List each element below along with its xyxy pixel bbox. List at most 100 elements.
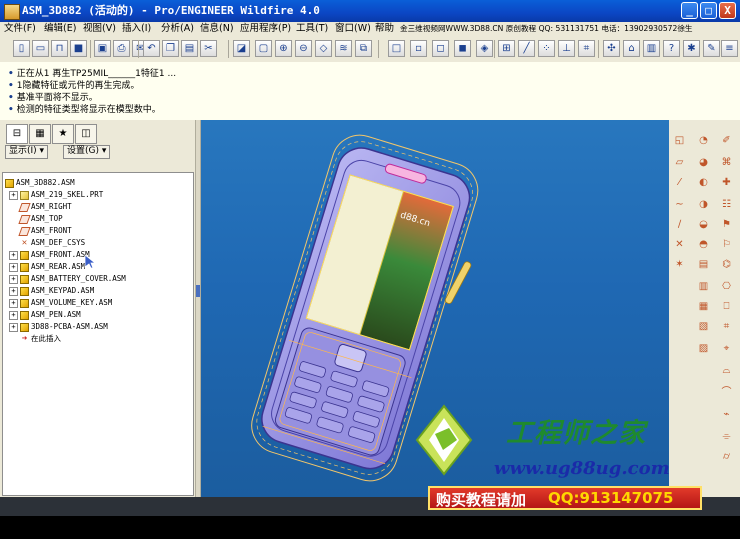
layers-icon[interactable]: ⧉ bbox=[355, 40, 372, 57]
settings-icon[interactable]: ✎ bbox=[703, 40, 720, 57]
annotations-icon[interactable]: ⌗ bbox=[578, 40, 595, 57]
expand-icon[interactable]: + bbox=[9, 286, 18, 296]
analysis-tool-icon[interactable]: ✶ bbox=[672, 258, 687, 273]
blend-tool-icon[interactable]: ▧ bbox=[696, 320, 711, 335]
revolve-tool-icon[interactable]: ▥ bbox=[696, 280, 711, 295]
expand-icon[interactable]: + bbox=[9, 274, 18, 284]
spin-center-icon[interactable]: ✣ bbox=[603, 40, 620, 57]
tree-item[interactable]: ASM_3D882.ASM bbox=[5, 177, 75, 189]
settings-dropdown[interactable]: 设置(G) ▾ bbox=[63, 145, 111, 159]
zoom-out-icon[interactable]: ⊖ bbox=[295, 40, 312, 57]
hidden-line-icon[interactable]: ▫ bbox=[410, 40, 427, 57]
cut-icon[interactable]: ✂ bbox=[200, 40, 217, 57]
chamfer-tool-icon[interactable]: ◓ bbox=[696, 238, 711, 253]
tree-item[interactable]: + ASM_PEN.ASM bbox=[9, 309, 81, 321]
rib-tool-icon[interactable]: ◐ bbox=[696, 176, 711, 191]
repaint-icon[interactable]: ◪ bbox=[233, 40, 250, 57]
orient-mode-icon[interactable]: ⌂ bbox=[623, 40, 640, 57]
tree-item[interactable]: + ASM_219_SKEL.PRT bbox=[9, 189, 103, 201]
datum-point-tool-icon[interactable]: ∕ bbox=[672, 218, 687, 233]
paste-icon[interactable]: ▤ bbox=[181, 40, 198, 57]
extend-tool-icon[interactable]: ⌁ bbox=[719, 408, 734, 423]
sweep-tool-icon[interactable]: ▦ bbox=[696, 300, 711, 315]
hole-tool-icon[interactable]: ◔ bbox=[696, 134, 711, 149]
tree-item[interactable]: ASM_RIGHT bbox=[18, 201, 72, 213]
no-hidden-icon[interactable]: ◻ bbox=[432, 40, 449, 57]
component-tool-icon[interactable]: ✐ bbox=[719, 134, 734, 149]
expand-icon[interactable]: + bbox=[9, 250, 18, 260]
tree-item[interactable]: ASM_TOP bbox=[18, 213, 63, 225]
trim-tool-icon[interactable]: ⚐ bbox=[719, 238, 734, 253]
mirror-tool-icon[interactable]: ▨ bbox=[696, 342, 711, 357]
maximize-button[interactable]: □ bbox=[700, 2, 717, 19]
solidify-tool-icon[interactable]: ⎕ bbox=[719, 300, 734, 315]
sketch-tool-icon[interactable]: ∼ bbox=[672, 198, 687, 213]
tree-item[interactable]: + ASM_FRONT.ASM bbox=[9, 249, 90, 261]
assemble-tool-icon[interactable]: ⌘ bbox=[719, 156, 734, 171]
enhanced-realism-icon[interactable]: ◈ bbox=[476, 40, 493, 57]
datum-planes-icon[interactable]: ⊞ bbox=[498, 40, 515, 57]
save-icon[interactable]: ■ bbox=[70, 40, 87, 57]
collapse-handle-icon[interactable] bbox=[196, 285, 200, 297]
datum-points-icon[interactable]: ⁘ bbox=[538, 40, 555, 57]
tab-folder-browser[interactable]: ▦ bbox=[29, 124, 51, 144]
menu-file[interactable]: 文件(F) bbox=[4, 22, 36, 36]
expand-icon[interactable]: + bbox=[9, 262, 18, 272]
draft-tool-icon[interactable]: ◑ bbox=[696, 198, 711, 213]
tree-item[interactable]: ASM_FRONT bbox=[18, 225, 72, 237]
tools-icon[interactable]: ✱ bbox=[683, 40, 700, 57]
tab-history[interactable]: ◫ bbox=[75, 124, 97, 144]
tree-item[interactable]: ➜ 在此插入 bbox=[20, 333, 61, 345]
close-button[interactable]: X bbox=[719, 2, 736, 19]
new-file-icon[interactable]: ▯ bbox=[13, 40, 30, 57]
graphics-viewport[interactable]: d88.cn 工程师之家 www.ug88ug.com bbox=[201, 120, 669, 497]
shell-tool-icon[interactable]: ◕ bbox=[696, 156, 711, 171]
project-tool-icon[interactable]: ⌖ bbox=[719, 342, 734, 357]
thicken-tool-icon[interactable]: ⎔ bbox=[719, 280, 734, 295]
tree-item[interactable]: + ASM_REAR.ASM bbox=[9, 261, 85, 273]
wrap-tool-icon[interactable]: ⌓ bbox=[719, 364, 734, 379]
warp-tool-icon[interactable]: ⌒ bbox=[719, 386, 734, 401]
open-folder-icon[interactable]: ⊓ bbox=[51, 40, 68, 57]
zoom-in-icon[interactable]: ⊕ bbox=[275, 40, 292, 57]
menu-applications[interactable]: 应用程序(P) bbox=[240, 22, 291, 36]
refit-icon[interactable]: ▢ bbox=[255, 40, 272, 57]
minimize-button[interactable]: _ bbox=[681, 2, 698, 19]
datum-curve-tool-icon[interactable]: ⁄ bbox=[672, 176, 687, 191]
save-copy-icon[interactable]: ▣ bbox=[94, 40, 111, 57]
expand-icon[interactable]: + bbox=[9, 310, 18, 320]
tree-item[interactable]: + ASM_KEYPAD.ASM bbox=[9, 285, 94, 297]
menu-info[interactable]: 信息(N) bbox=[200, 22, 234, 36]
expand-icon[interactable]: + bbox=[9, 190, 18, 200]
print-icon[interactable]: ⎙ bbox=[113, 40, 130, 57]
offset-tool-icon[interactable]: ⌬ bbox=[719, 258, 734, 273]
datum-plane-tool-icon[interactable]: ◱ bbox=[672, 134, 687, 149]
coordinate-systems-icon[interactable]: ⊥ bbox=[558, 40, 575, 57]
undo-icon[interactable]: ↶ bbox=[143, 40, 160, 57]
tab-model-tree[interactable]: ⊟ bbox=[6, 124, 28, 144]
reorient-icon[interactable]: ◇ bbox=[315, 40, 332, 57]
extrude-tool-icon[interactable]: ▤ bbox=[696, 258, 711, 273]
tab-favorites[interactable]: ★ bbox=[52, 124, 74, 144]
intersect-tool-icon[interactable]: ⌗ bbox=[719, 320, 734, 335]
pattern-tool-icon[interactable]: ☷ bbox=[719, 198, 734, 213]
menu-analysis[interactable]: 分析(A) bbox=[161, 22, 194, 36]
context-help-icon[interactable]: ? bbox=[663, 40, 680, 57]
menu-window[interactable]: 窗口(W) bbox=[335, 22, 371, 36]
boundary-tool-icon[interactable]: ⌭ bbox=[719, 450, 734, 465]
expand-icon[interactable]: + bbox=[9, 298, 18, 308]
shading-icon[interactable]: ◼ bbox=[454, 40, 471, 57]
datum-axes-icon[interactable]: ╱ bbox=[518, 40, 535, 57]
tree-item[interactable]: + ASM_BATTERY_COVER.ASM bbox=[9, 273, 126, 285]
menu-help[interactable]: 帮助 bbox=[375, 22, 394, 36]
menu-insert[interactable]: 插入(I) bbox=[122, 22, 151, 36]
flatten-tool-icon[interactable]: ⌯ bbox=[719, 430, 734, 445]
round-tool-icon[interactable]: ◒ bbox=[696, 218, 711, 233]
open-file-icon[interactable]: ▭ bbox=[32, 40, 49, 57]
tree-item[interactable]: +3D88-PCBA-ASM.ASM bbox=[9, 321, 108, 333]
create-component-icon[interactable]: ✚ bbox=[719, 176, 734, 191]
saved-views-icon[interactable]: ≋ bbox=[335, 40, 352, 57]
csys-tool-icon[interactable]: ✕ bbox=[672, 238, 687, 253]
merge-tool-icon[interactable]: ⚑ bbox=[719, 218, 734, 233]
menu-tools[interactable]: 工具(T) bbox=[296, 22, 328, 36]
